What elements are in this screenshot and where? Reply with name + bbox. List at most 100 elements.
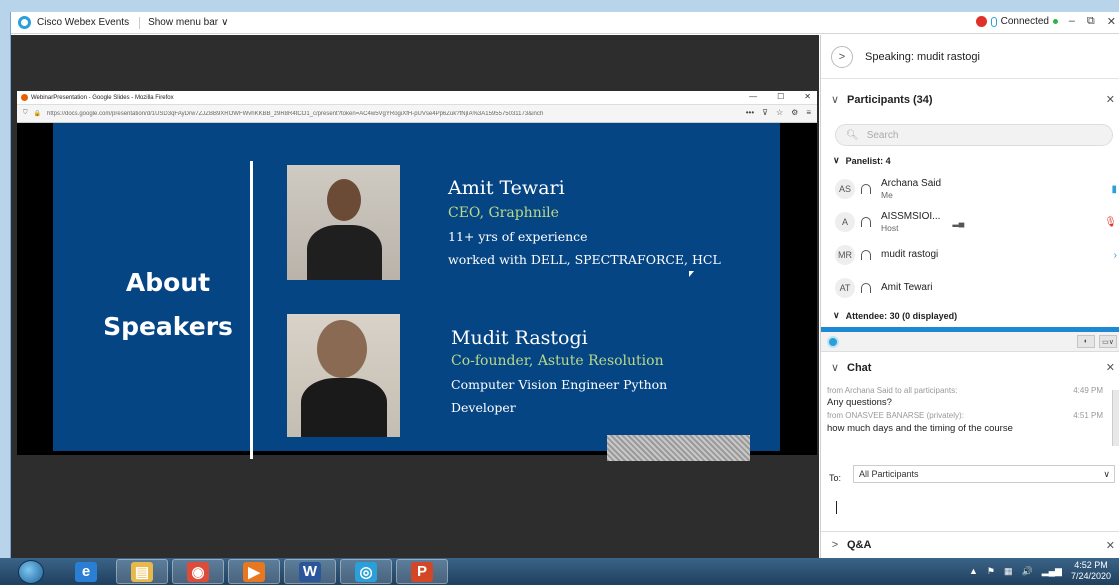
- webex-icon: ◎: [355, 561, 377, 582]
- avatar: AT: [835, 278, 855, 298]
- participant-name: Amit Tewari: [881, 282, 933, 293]
- speaking-label: Speaking: mudit rastogi: [865, 50, 980, 63]
- start-button[interactable]: [18, 559, 44, 584]
- clock-time: 4:52 PM: [1074, 560, 1108, 570]
- chevron-down-icon: ∨: [221, 17, 229, 28]
- taskbar-button[interactable]: ◎: [340, 559, 392, 584]
- show-menu-bar-button[interactable]: Show menu bar ∨: [148, 17, 228, 28]
- participant-row[interactable]: AT Amit Tewari: [835, 274, 1119, 302]
- speaker2-name: Mudit Rastogi: [451, 327, 588, 349]
- chat-input-caret[interactable]: [836, 501, 837, 514]
- chat-scrollbar[interactable]: [1112, 390, 1119, 446]
- qa-header[interactable]: > Q&A ✕: [821, 531, 1119, 558]
- extension-icon[interactable]: ⚙: [791, 108, 798, 117]
- more-icon[interactable]: •••: [746, 108, 754, 117]
- chat-message: Any questions?: [827, 397, 892, 408]
- participant-search-input[interactable]: 🔍︎ Search: [835, 124, 1113, 146]
- slide-divider: [250, 161, 253, 459]
- clock-date: 7/24/2020: [1070, 571, 1111, 581]
- headset-icon: [861, 184, 871, 194]
- photo-figure: [307, 225, 382, 280]
- lock-icon: 🔒: [33, 111, 41, 117]
- action-center-flag-icon[interactable]: ⚑: [987, 566, 995, 577]
- browser-minimize-button[interactable]: —: [749, 92, 757, 101]
- mouse-cursor-icon: [689, 271, 694, 277]
- url-bar[interactable]: ⛉ 🔒 https://docs.google.com/presentation…: [17, 105, 817, 123]
- bookmark-star-icon[interactable]: ☆: [776, 108, 783, 117]
- browser-restore-button[interactable]: ☐: [777, 92, 784, 101]
- participant-info: AISSMSIOI... Host: [881, 211, 940, 234]
- to-label: To:: [829, 473, 842, 483]
- close-qa-icon[interactable]: ✕: [1106, 539, 1115, 552]
- attendee-label: Attendee: 30 (0 displayed): [845, 310, 958, 321]
- chat-sender: from ONASVEE BANARSE (privately):: [827, 411, 964, 420]
- system-tray: ▲ ⚑ ▦ 🔊 ▂▄▆ 4:52 PM 7/24/2020: [969, 560, 1111, 582]
- speaker1-name: Amit Tewari: [448, 177, 565, 199]
- chevron-down-icon: ∨: [830, 94, 840, 106]
- chat-message-meta: from ONASVEE BANARSE (privately): 4:51 P…: [827, 411, 1103, 420]
- hamburger-menu-icon[interactable]: ≡: [806, 108, 811, 117]
- toolbar-actions: ◐ ▭∨: [1077, 335, 1117, 348]
- taskbar-button[interactable]: e: [60, 559, 112, 584]
- taskbar-button[interactable]: P: [396, 559, 448, 584]
- network-icon[interactable]: ▦: [1004, 566, 1013, 577]
- panel-toolbar: ◐ ▭∨: [821, 332, 1119, 352]
- volume-icon[interactable]: 🔊: [1022, 566, 1033, 577]
- participant-row[interactable]: A AISSMSIOI... Host ▂▄ 🎙: [835, 208, 1119, 236]
- speaker1-line2: worked with DELL, SPECTRAFORCE, HCL: [448, 252, 721, 267]
- chevron-down-icon: ∨: [833, 155, 840, 165]
- taskbar-button[interactable]: W: [284, 559, 336, 584]
- divider: [139, 16, 141, 29]
- headset-icon: [861, 217, 871, 227]
- speaking-indicator-icon: ›: [1113, 249, 1117, 261]
- record-icon[interactable]: [975, 16, 987, 27]
- webex-ball-icon[interactable]: [827, 335, 839, 348]
- chrome-icon: ◉: [187, 561, 209, 582]
- options-dropdown-button[interactable]: ▭∨: [1099, 335, 1117, 348]
- participants-header[interactable]: ∨ Participants (34) ✕: [821, 93, 1119, 107]
- close-chat-icon[interactable]: ✕: [1106, 361, 1115, 374]
- powerpoint-icon: P: [411, 561, 433, 582]
- photo-figure: [301, 378, 387, 437]
- signal-icon[interactable]: ▂▄▆: [1042, 566, 1062, 577]
- browser-window-controls: — ☐ ✕: [749, 92, 811, 101]
- speaker2-line2: Developer: [451, 400, 516, 415]
- pocket-icon[interactable]: ⊽: [762, 108, 768, 117]
- close-button[interactable]: ✕: [1107, 15, 1116, 28]
- mic-icon: [990, 16, 997, 27]
- participant-row[interactable]: AS Archana Said Me ▮: [835, 175, 1119, 203]
- redacted-overlay: [607, 435, 750, 461]
- speaker1-role: CEO, Graphnile: [448, 205, 559, 221]
- restore-button[interactable]: ⧉: [1087, 15, 1095, 28]
- taskbar-button[interactable]: ◉: [172, 559, 224, 584]
- close-participants-icon[interactable]: ✕: [1106, 93, 1115, 106]
- clock[interactable]: 4:52 PM 7/24/2020: [1071, 560, 1111, 582]
- chat-message: how much days and the timing of the cour…: [827, 423, 1013, 434]
- speaker2-line1: Computer Vision Engineer Python: [451, 377, 668, 392]
- taskbar-button[interactable]: ▤: [116, 559, 168, 584]
- chat-header[interactable]: ∨ Chat ✕: [821, 361, 1119, 375]
- recipient-value: All Participants: [859, 469, 919, 479]
- url-text[interactable]: https://docs.google.com/presentation/d/1…: [47, 111, 727, 117]
- photo-head: [317, 320, 367, 378]
- expand-video-button[interactable]: >: [831, 45, 853, 68]
- title-bar: Cisco Webex Events Show menu bar ∨ Conne…: [11, 12, 1119, 34]
- chevron-down-icon: ∨: [830, 362, 840, 374]
- attendee-group-header[interactable]: ∨ Attendee: 30 (0 displayed): [833, 310, 957, 321]
- photo-head: [327, 179, 361, 221]
- speaker1-line1: 11+ yrs of experience: [448, 229, 588, 244]
- recipient-select[interactable]: All Participants ∨: [853, 465, 1115, 483]
- slide-heading: About Speakers: [103, 268, 233, 341]
- raise-hand-button[interactable]: ◐: [1077, 335, 1095, 348]
- participant-row[interactable]: MR mudit rastogi ›: [835, 241, 1119, 269]
- taskbar-button[interactable]: ▶: [228, 559, 280, 584]
- tray-expand-icon[interactable]: ▲: [969, 566, 978, 576]
- browser-close-button[interactable]: ✕: [804, 92, 811, 101]
- muted-mic-icon[interactable]: 🎙: [1104, 217, 1117, 228]
- panelist-group-header[interactable]: ∨ Panelist: 4: [833, 155, 891, 166]
- status-dot-icon: [1053, 19, 1058, 24]
- minimize-button[interactable]: –: [1069, 15, 1075, 28]
- chat-message-meta: from Archana Said to all participants: 4…: [827, 386, 1103, 395]
- speaker1-photo: [287, 165, 400, 280]
- signal-icon: ▂▄: [952, 217, 965, 227]
